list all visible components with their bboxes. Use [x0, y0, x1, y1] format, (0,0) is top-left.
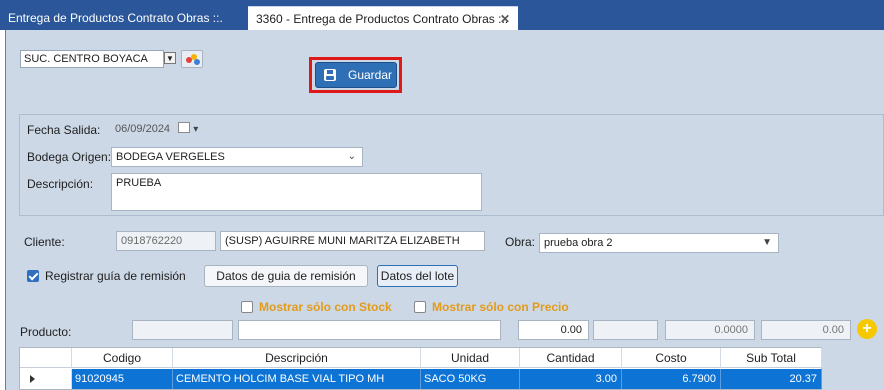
bodega-select[interactable]: BODEGA VERGELES ⌄ [111, 147, 363, 167]
chevron-down-icon[interactable]: ⌄ [348, 148, 356, 166]
column-header[interactable]: Descripción [173, 348, 421, 368]
costo-field[interactable]: 0.0000 [665, 320, 755, 340]
precio-checkbox[interactable] [414, 301, 426, 313]
table-cell[interactable]: 3.00 [520, 369, 622, 389]
cliente-id-field[interactable]: 0918762220 [116, 231, 216, 251]
producto-label: Producto: [20, 325, 72, 339]
bodega-label: Bodega Origen: [27, 150, 112, 164]
calendar-icon[interactable] [178, 122, 191, 133]
tab-entrega-productos-3360[interactable]: 3360 - Entrega de Productos Contrato Obr… [248, 6, 518, 30]
datos-guia-button[interactable]: Datos de guia de remisión [204, 265, 368, 287]
fecha-value: 06/09/2024 [115, 123, 171, 135]
chevron-down-icon[interactable]: ▼ [762, 234, 772, 252]
stock-checkbox[interactable] [241, 301, 253, 313]
table-cell[interactable]: SACO 50KG [421, 369, 520, 389]
products-table: Codigo Descripción Unidad Cantidad Costo… [19, 347, 822, 390]
branch-select[interactable]: SUC. CENTRO BOYACA [20, 50, 164, 68]
chevron-down-icon[interactable]: ▾ [193, 124, 198, 135]
column-header[interactable]: Cantidad [520, 348, 622, 368]
table-cell[interactable]: 91020945 [72, 369, 173, 389]
add-icon[interactable]: + [857, 319, 877, 339]
palette-dot [194, 59, 200, 65]
descripcion-label: Descripción: [27, 177, 94, 191]
cliente-label: Cliente: [24, 235, 65, 249]
registrar-guia-checkbox[interactable] [27, 270, 39, 282]
obra-value: prueba obra 2 [544, 237, 613, 249]
table-cell[interactable]: 6.7900 [622, 369, 721, 389]
column-header[interactable]: Codigo [72, 348, 173, 368]
close-icon[interactable]: ✕ [500, 7, 510, 31]
fecha-label: Fecha Salida: [27, 123, 101, 137]
save-button[interactable]: Guardar [315, 62, 397, 88]
table-cell[interactable]: CEMENTO HOLCIM BASE VIAL TIPO MH [173, 369, 421, 389]
column-header[interactable]: Sub Total [721, 348, 822, 368]
precio-label: Mostrar sólo con Precio [432, 300, 569, 314]
cliente-name-field[interactable]: (SUSP) AGUIRRE MUNI MARITZA ELIZABETH [220, 231, 485, 251]
row-header [20, 348, 72, 368]
tab-label: 3360 - Entrega de Productos Contrato Obr… [256, 12, 509, 26]
bodega-value: BODEGA VERGELES [116, 151, 225, 163]
tab-entrega-productos[interactable]: Entrega de Productos Contrato Obras ::. [0, 6, 242, 30]
registrar-guia-label: Registrar guía de remisión [45, 269, 186, 283]
producto-code-field[interactable] [132, 320, 233, 340]
descripcion-textarea[interactable]: PRUEBA [111, 173, 482, 211]
floppy-disk-icon [324, 69, 336, 81]
column-header[interactable]: Unidad [421, 348, 520, 368]
chevron-down-icon[interactable]: ▼ [164, 52, 176, 64]
stock-label: Mostrar sólo con Stock [259, 300, 392, 314]
cantidad-field[interactable]: 0.00 [518, 320, 589, 340]
subtotal-field[interactable]: 0.00 [761, 320, 851, 340]
fecha-field[interactable]: 06/09/2024 ▾ [111, 120, 203, 140]
column-header[interactable]: Costo [622, 348, 721, 368]
save-button-label: Guardar [348, 68, 393, 82]
table-cell[interactable]: 20.37 [721, 369, 822, 389]
producto-description-field[interactable] [238, 320, 501, 340]
datos-lote-button[interactable]: Datos del lote [377, 265, 458, 287]
obra-select[interactable]: prueba obra 2 ▼ [539, 233, 779, 253]
color-palette-button[interactable] [181, 50, 203, 68]
obra-label: Obra: [505, 235, 536, 249]
unidad-field[interactable] [593, 320, 658, 340]
row-selector[interactable] [20, 369, 72, 389]
